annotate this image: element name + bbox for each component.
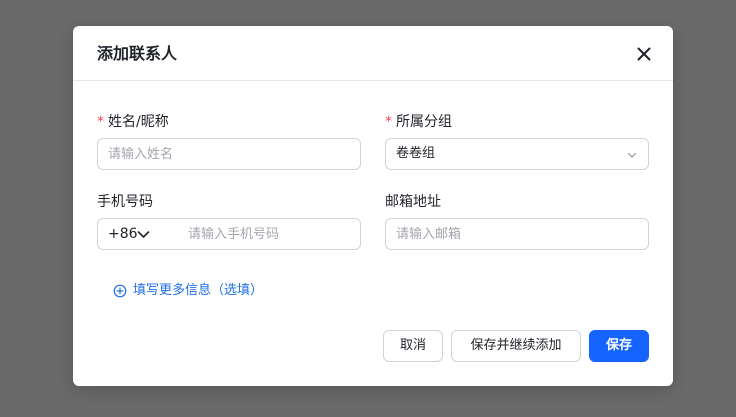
name-label-text: 姓名/昵称 [108,114,169,130]
country-code-select[interactable]: +86 [98,219,156,249]
name-input-wrapper [97,138,361,170]
group-select[interactable]: 卷卷组 [385,138,649,170]
chevron-down-icon [627,152,637,158]
dialog-title: 添加联系人 [97,44,178,63]
group-select-value: 卷卷组 [396,146,436,161]
dialog-header: 添加联系人 [73,26,673,81]
close-icon [637,47,651,61]
cancel-button[interactable]: 取消 [383,330,443,362]
required-mark: * [385,114,392,130]
group-label: * 所属分组 [385,112,452,132]
name-label: * 姓名/昵称 [97,112,169,132]
phone-label: 手机号码 [97,194,153,210]
save-and-continue-button[interactable]: 保存并继续添加 [451,330,581,362]
required-mark: * [97,114,104,130]
country-code-value: +86 [108,226,138,242]
more-info-link[interactable]: 填写更多信息（选填） [113,281,263,301]
name-input[interactable] [98,139,360,169]
plus-circle-icon [113,284,127,298]
email-input-wrapper [385,218,649,250]
email-label: 邮箱地址 [385,194,441,210]
group-label-text: 所属分组 [396,114,452,130]
phone-input-wrapper: +86 [97,218,361,250]
phone-input[interactable] [156,219,360,249]
save-button[interactable]: 保存 [589,330,649,362]
chevron-down-icon [137,231,150,238]
email-input[interactable] [386,219,648,249]
more-info-link-label: 填写更多信息（选填） [133,283,264,298]
add-contact-dialog: 添加联系人 *姓名/昵称 *所属分组 卷卷组 手机号码 +86 [73,26,673,386]
close-button[interactable] [634,44,654,64]
